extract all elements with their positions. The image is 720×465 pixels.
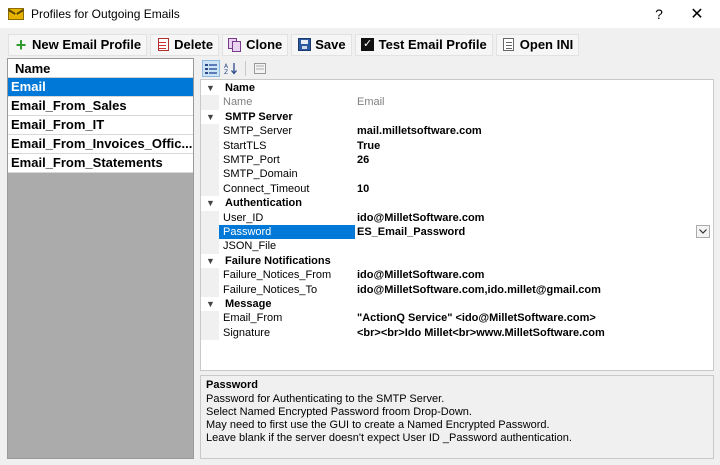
property-row-email-from[interactable]: Email_From "ActionQ Service" <ido@Millet… (201, 311, 713, 326)
clone-button[interactable]: Clone (222, 33, 289, 56)
list-item[interactable]: Email_From_Statements (8, 154, 193, 173)
chevron-down-icon[interactable]: ▼ (206, 81, 216, 95)
list-item[interactable]: Email_From_Invoices_Offic... (8, 135, 193, 154)
delete-document-icon (156, 38, 170, 52)
description-line: Leave blank if the server doesn't expect… (206, 432, 572, 444)
description-line: May need to first use the GUI to create … (206, 419, 550, 431)
list-item[interactable]: Email_From_IT (8, 116, 193, 135)
clone-icon (228, 37, 242, 52)
chevron-down-icon[interactable]: ▼ (206, 297, 216, 311)
save-button[interactable]: Save (291, 33, 352, 56)
property-grid: ▼ Name Name Email ▼ SMTP Server SMTP_Ser… (200, 79, 714, 371)
description-title: Password (206, 379, 258, 391)
property-row-connect-timeout[interactable]: Connect_Timeout 10 (201, 181, 713, 197)
delete-label: Delete (174, 37, 214, 52)
test-email-profile-button[interactable]: ✓ Test Email Profile (354, 33, 493, 56)
chevron-down-icon[interactable] (696, 225, 710, 238)
category-message[interactable]: ▼ Message (201, 297, 713, 312)
property-row-json-file[interactable]: JSON_File (201, 239, 713, 254)
floppy-disk-icon (297, 38, 311, 52)
open-ini-label: Open INI (519, 37, 574, 52)
description-line: Select Named Encrypted Password froom Dr… (206, 406, 472, 418)
property-row-password[interactable]: Password ES_Email_Password (201, 225, 713, 240)
clone-label: Clone (246, 37, 283, 52)
property-row-smtp-port[interactable]: SMTP_Port 26 (201, 153, 713, 168)
toolbar-separator (245, 61, 246, 76)
property-row-name[interactable]: Name Email (201, 95, 713, 110)
property-row-failure-notices-to[interactable]: Failure_Notices_To ido@MilletSoftware.co… (201, 282, 713, 297)
profile-list: Name Email Email_From_Sales Email_From_I… (7, 58, 194, 459)
window-title: Profiles for Outgoing Emails (31, 7, 180, 21)
plus-icon: + (15, 34, 27, 55)
category-authentication[interactable]: ▼ Authentication (201, 196, 713, 211)
property-pages-icon[interactable] (251, 60, 269, 77)
chevron-down-icon[interactable]: ▼ (206, 110, 216, 124)
document-icon (502, 38, 516, 52)
list-header[interactable]: Name (8, 59, 193, 78)
list-item[interactable]: Email (8, 78, 193, 97)
property-row-signature[interactable]: Signature <br><br>Ido Millet<br>www.Mill… (201, 325, 713, 341)
category-smtp-server[interactable]: ▼ SMTP Server (201, 109, 713, 125)
chevron-down-icon[interactable]: ▼ (206, 196, 216, 210)
property-row-user-id[interactable]: User_ID ido@MilletSoftware.com (201, 210, 713, 225)
title-bar: Profiles for Outgoing Emails ? ✕ (0, 0, 720, 28)
open-ini-button[interactable]: Open INI (495, 33, 580, 56)
alphabetical-sort-icon[interactable]: AZ (222, 60, 240, 77)
description-line: Password for Authenticating to the SMTP … (206, 393, 445, 405)
envelope-icon (7, 8, 25, 20)
category-name[interactable]: ▼ Name (201, 81, 713, 96)
category-failure-notifications[interactable]: ▼ Failure Notifications (201, 253, 713, 269)
toolbar: + New Email Profile Delete Clone Save ✓ … (0, 31, 720, 58)
categorized-view-icon[interactable] (202, 60, 220, 77)
save-label: Save (315, 37, 346, 52)
property-row-smtp-domain[interactable]: SMTP_Domain (201, 167, 713, 182)
new-email-profile-button[interactable]: + New Email Profile (8, 33, 148, 56)
new-email-profile-label: New Email Profile (32, 37, 142, 52)
delete-button[interactable]: Delete (150, 33, 220, 56)
property-row-failure-notices-from[interactable]: Failure_Notices_From ido@MilletSoftware.… (201, 268, 713, 283)
property-row-smtp-server[interactable]: SMTP_Server mail.milletsoftware.com (201, 124, 713, 139)
svg-text:Z: Z (224, 69, 228, 75)
chevron-down-icon[interactable]: ▼ (206, 254, 216, 268)
close-button[interactable]: ✕ (674, 0, 720, 28)
description-pane: Password Password for Authenticating to … (200, 375, 714, 459)
test-email-profile-label: Test Email Profile (378, 37, 487, 52)
property-grid-toolbar: AZ (200, 58, 714, 79)
list-item[interactable]: Email_From_Sales (8, 97, 193, 116)
property-row-starttls[interactable]: StartTLS True (201, 138, 713, 153)
checkbox-icon: ✓ (361, 38, 375, 51)
